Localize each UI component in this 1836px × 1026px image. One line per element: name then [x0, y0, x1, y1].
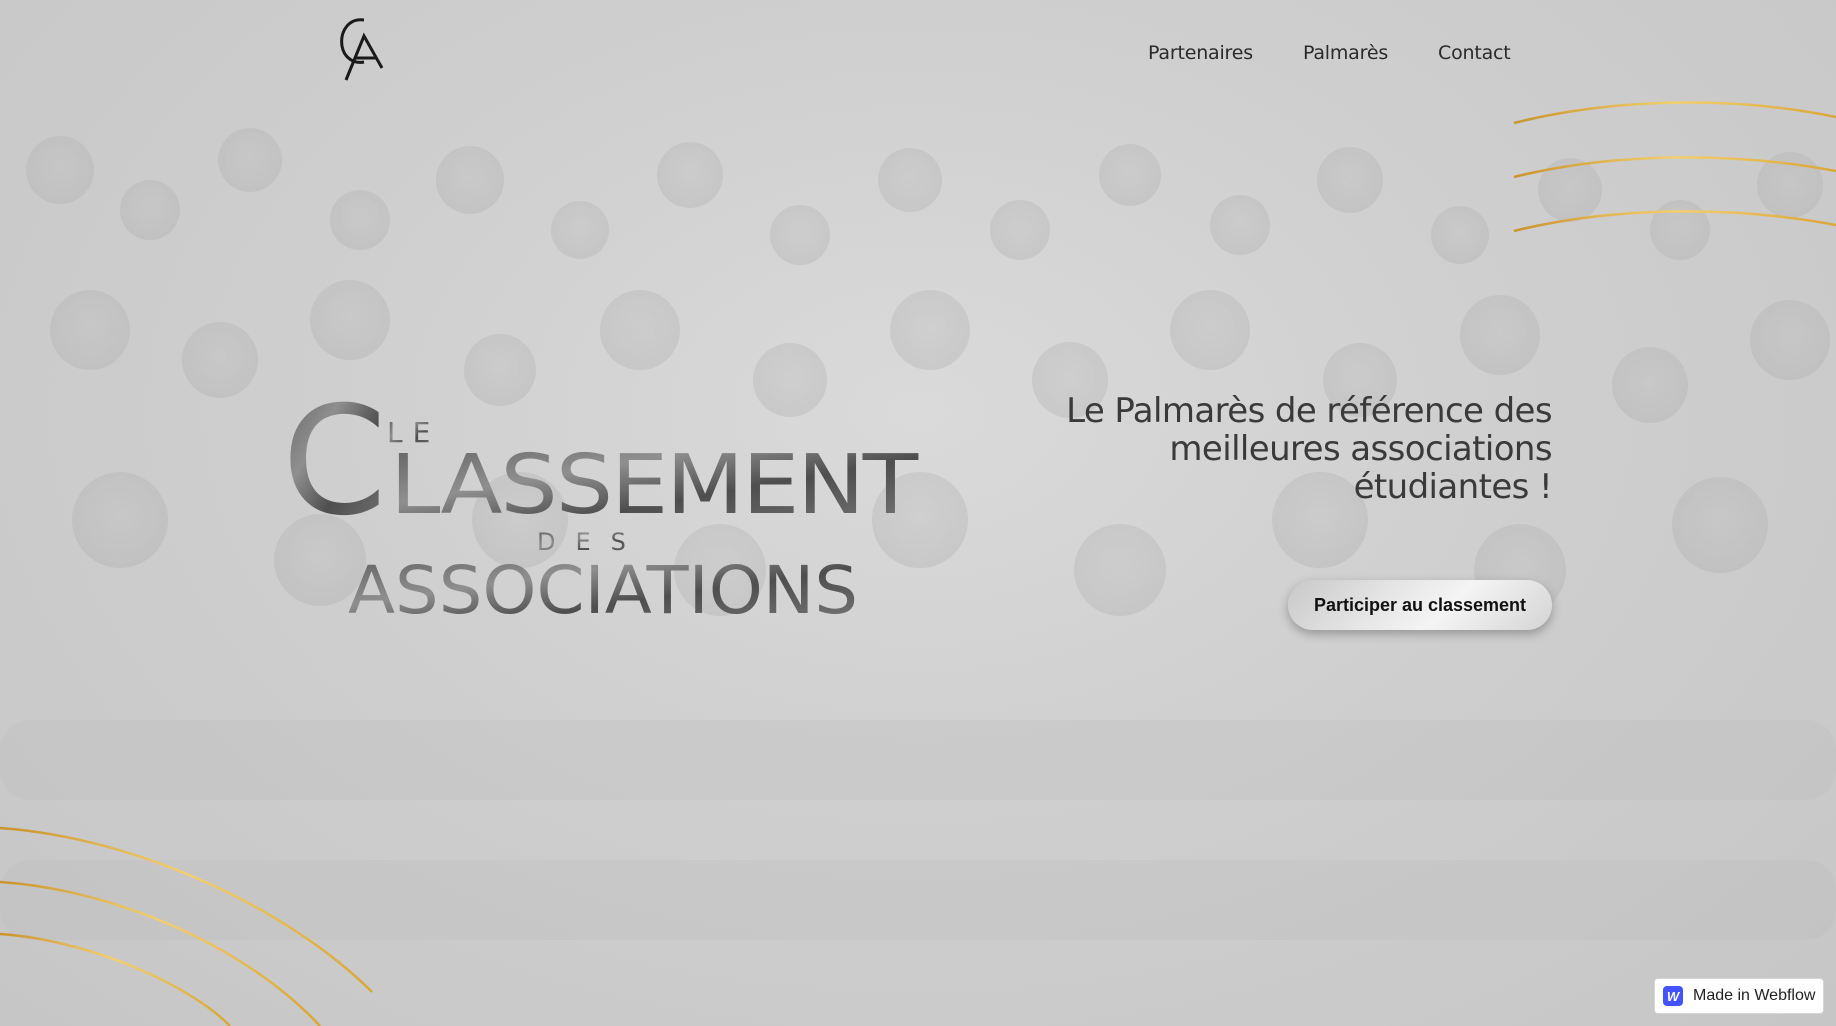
hero-page: CA Partenaires Palmarès Contact	[0, 0, 1836, 1026]
nav-links: Partenaires Palmarès Contact	[1148, 42, 1511, 64]
nav-link-partenaires[interactable]: Partenaires	[1148, 42, 1253, 64]
logo-big-c: C	[282, 395, 387, 549]
nav-link-palmares[interactable]: Palmarès	[1303, 42, 1388, 64]
top-nav: CA Partenaires Palmarès Contact	[0, 0, 1836, 110]
logo-classement: LASSEMENT	[390, 438, 919, 533]
nav-link-contact[interactable]: Contact	[1438, 42, 1511, 64]
webflow-icon: W	[1663, 986, 1683, 1006]
logo-associations: ASSOCIATIONS	[348, 552, 858, 625]
hero-tagline: Le Palmarès de référence des meilleures …	[1066, 391, 1552, 507]
made-in-webflow-badge[interactable]: W Made in Webflow	[1654, 978, 1824, 1014]
classement-des-associations-logo: C LE LASSEMENT DES ASSOCIATIONS	[282, 395, 921, 625]
ca-logo[interactable]: CA	[334, 14, 390, 84]
participate-button[interactable]: Participer au classement	[1288, 580, 1552, 630]
webflow-badge-label: Made in Webflow	[1693, 987, 1816, 1004]
